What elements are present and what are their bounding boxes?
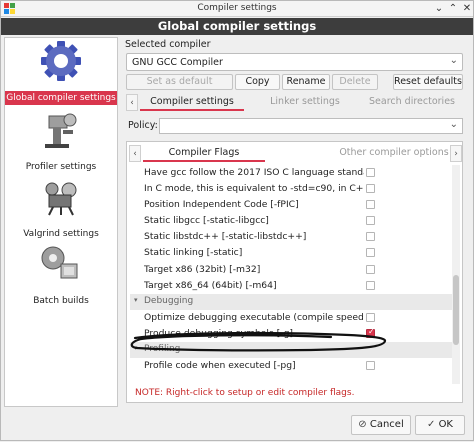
chevron-down-icon: ⌄ (449, 55, 458, 66)
flag-row[interactable]: Static libstdc++ [-static-libstdc++] (130, 229, 452, 245)
tab-linker-settings[interactable]: Linker settings (250, 94, 360, 111)
flag-row[interactable]: Produce debugging symbols [-g] (130, 326, 452, 342)
tab-compiler-settings[interactable]: Compiler settings (136, 94, 248, 111)
flag-checkbox[interactable] (366, 312, 375, 322)
flag-row[interactable]: In C mode, this is equivalent to -std=c9… (130, 181, 452, 197)
flag-row[interactable]: Optimize debugging executable (compile s… (130, 310, 452, 326)
ok-icon: ✓ (426, 419, 436, 430)
flag-label: Target x86_64 (64bit) [-m64] (144, 279, 277, 291)
flag-checkbox[interactable] (366, 168, 375, 177)
valgrind-icon (45, 182, 77, 216)
sidebar-item-batch-builds[interactable]: Batch builds (5, 242, 117, 308)
flag-label: Have gcc follow the 2017 ISO C language … (144, 167, 364, 178)
cancel-icon: ⊘ (358, 419, 367, 430)
tab-compiler-flags[interactable]: Compiler Flags (139, 145, 269, 162)
flag-label: Static linking [-static] (144, 247, 243, 259)
chevron-down-icon: ⌄ (449, 119, 458, 130)
flag-label: Optimize debugging executable (compile s… (144, 311, 364, 323)
flag-checkbox[interactable] (366, 216, 375, 226)
sidebar-item-valgrind-settings[interactable]: Valgrind settings (5, 175, 117, 241)
rename-button[interactable]: Rename (282, 74, 330, 90)
batch-builds-icon (41, 246, 78, 279)
flag-row[interactable]: Have gcc follow the 2017 ISO C language … (130, 165, 452, 181)
flag-list[interactable]: Have gcc follow the 2017 ISO C language … (130, 165, 452, 382)
flag-label: Static libstdc++ [-static-libstdc++] (144, 231, 307, 243)
flag-label: In C mode, this is equivalent to -std=c9… (144, 183, 364, 195)
ok-label: OK (438, 419, 453, 430)
flag-row[interactable]: Profile code when executed [-pg] (130, 358, 452, 374)
flag-label: Produce debugging symbols [-g] (144, 327, 293, 339)
flag-label: Position Independent Code [-fPIC] (144, 199, 299, 211)
policy-label: Policy: (128, 120, 158, 131)
flag-label: Target x86 (32bit) [-m32] (144, 263, 261, 275)
maximize-icon[interactable]: ⌃ (446, 2, 460, 16)
cancel-label: Cancel (369, 419, 404, 430)
sidebar-item-label: Batch builds (33, 296, 89, 306)
page-header: Global compiler settings (1, 18, 473, 35)
flag-row[interactable]: Static linking [-static] (130, 245, 452, 261)
profiler-icon (45, 113, 77, 148)
flag-label: Static libgcc [-static-libgcc] (144, 215, 269, 227)
policy-select[interactable]: ⌄ (159, 118, 463, 134)
flag-row[interactable]: Target x86 (32bit) [-m32] (130, 262, 452, 278)
main-tab-bar: ‹ Compiler settings Linker settings Sear… (126, 94, 463, 111)
flag-checkbox[interactable] (366, 232, 375, 242)
flag-row[interactable]: Static libgcc [-static-libgcc] (130, 213, 452, 229)
gear-icon (41, 41, 81, 81)
title-bar[interactable]: Compiler settings ⌄ ⌃ ✕ (1, 1, 473, 17)
flag-row[interactable]: Position Independent Code [-fPIC] (130, 197, 452, 213)
flags-tab-bar: ‹ Compiler Flags Other compiler options … (129, 145, 462, 162)
collapse-caret-icon[interactable]: ▾ (134, 296, 138, 304)
close-icon[interactable]: ✕ (460, 2, 474, 16)
compiler-settings-window: Compiler settings ⌄ ⌃ ✕ Global compiler … (0, 0, 474, 441)
flag-checkbox[interactable] (366, 184, 375, 194)
reset-defaults-button[interactable]: Reset defaults (393, 74, 463, 90)
flag-checkbox[interactable] (366, 264, 375, 274)
flags-note: NOTE: Right-click to setup or edit compi… (135, 388, 355, 398)
flag-checkbox[interactable] (366, 200, 375, 210)
minimize-icon[interactable]: ⌄ (432, 2, 446, 16)
sidebar-item-global-compiler-settings[interactable]: Global compiler settings (5, 40, 117, 106)
compiler-select[interactable]: GNU GCC Compiler ⌄ (126, 53, 463, 71)
flag-label: Profile code when executed [-pg] (144, 360, 296, 372)
selected-compiler-label: Selected compiler (125, 39, 211, 50)
window-title: Compiler settings (197, 3, 277, 13)
flag-checkbox[interactable] (366, 280, 375, 290)
flag-row[interactable]: Target x86_64 (64bit) [-m64] (130, 278, 452, 294)
flag-checkbox[interactable] (366, 248, 375, 258)
sidebar-item-label: Valgrind settings (23, 229, 99, 239)
compiler-select-value: GNU GCC Compiler (132, 57, 223, 68)
scrollbar-thumb[interactable] (453, 275, 459, 345)
set-as-default-button[interactable]: Set as default (126, 74, 233, 90)
tab-other-compiler-options[interactable]: Other compiler options (335, 145, 453, 162)
tab-scroll-right-icon[interactable]: › (450, 145, 462, 162)
flag-category-row[interactable]: ▾ Debugging (130, 293, 452, 310)
cancel-button[interactable]: ⊘ Cancel (351, 415, 411, 435)
sidebar: Global compiler settings Profiler settin… (4, 37, 118, 407)
delete-button[interactable]: Delete (332, 74, 378, 90)
flag-category-label: Profiling (144, 344, 181, 355)
tab-search-directories[interactable]: Search directories (362, 94, 462, 111)
flag-checkbox[interactable] (366, 327, 375, 338)
flag-category-label: Debugging (144, 295, 194, 306)
flag-checkbox[interactable] (366, 361, 375, 371)
copy-button[interactable]: Copy (235, 74, 280, 90)
collapse-caret-icon[interactable]: ▾ (134, 344, 138, 352)
sidebar-item-label: Global compiler settings (5, 91, 117, 105)
sidebar-item-label: Profiler settings (25, 162, 97, 172)
sidebar-item-profiler-settings[interactable]: Profiler settings (5, 108, 117, 174)
ok-button[interactable]: ✓ OK (415, 415, 465, 435)
flag-list-scrollbar[interactable] (452, 165, 460, 384)
flag-category-row[interactable]: ▾ Profiling (130, 342, 452, 359)
compiler-flags-panel: ‹ Compiler Flags Other compiler options … (126, 141, 463, 403)
